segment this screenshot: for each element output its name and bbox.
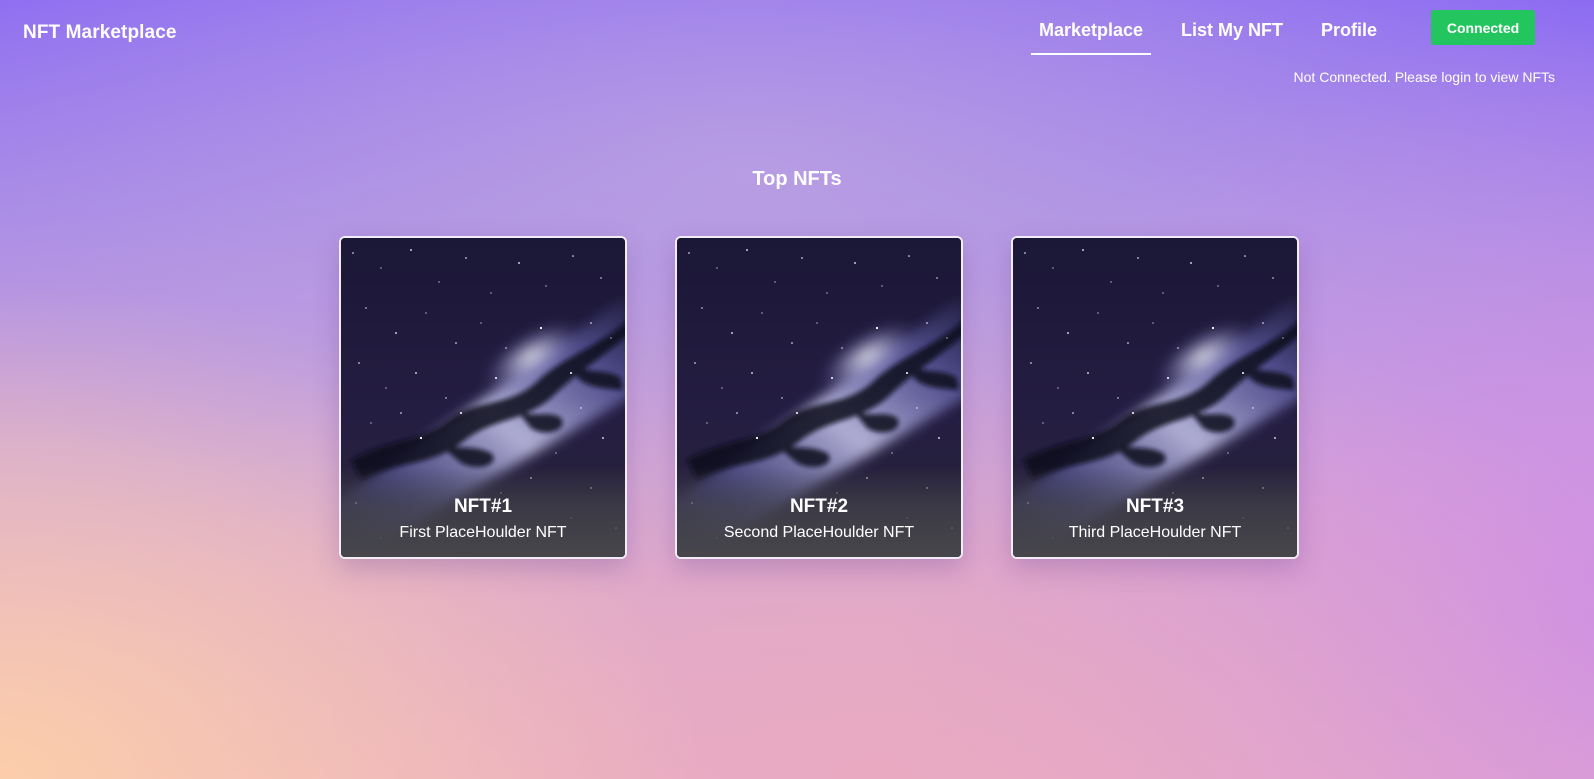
connection-status-text: Not Connected. Please login to view NFTs	[1293, 69, 1555, 85]
nft-card[interactable]: NFT#2 Second PlaceHoulder NFT	[675, 236, 963, 559]
nft-description: Third PlaceHoulder NFT	[1068, 524, 1242, 541]
nft-card[interactable]: NFT#3 Third PlaceHoulder NFT	[1011, 236, 1299, 559]
nav-list-my-nft[interactable]: List My NFT	[1181, 20, 1283, 41]
nft-card-list: NFT#1 First PlaceHoulder NFT NFT#2 Secon…	[0, 236, 1594, 559]
nav-profile[interactable]: Profile	[1321, 20, 1377, 41]
nft-title: NFT#1	[453, 496, 513, 517]
navbar: Marketplace List My NFT Profile Connecte…	[0, 10, 1594, 70]
nft-description: First PlaceHoulder NFT	[399, 524, 567, 541]
nft-title: NFT#2	[789, 496, 849, 517]
nft-description: Second PlaceHoulder NFT	[723, 524, 915, 541]
nav-marketplace[interactable]: Marketplace	[1030, 20, 1152, 55]
connect-wallet-button[interactable]: Connected	[1431, 10, 1535, 45]
nft-card[interactable]: NFT#1 First PlaceHoulder NFT	[339, 236, 627, 559]
nft-title: NFT#3	[1125, 496, 1185, 517]
section-title: Top NFTs	[752, 168, 842, 190]
